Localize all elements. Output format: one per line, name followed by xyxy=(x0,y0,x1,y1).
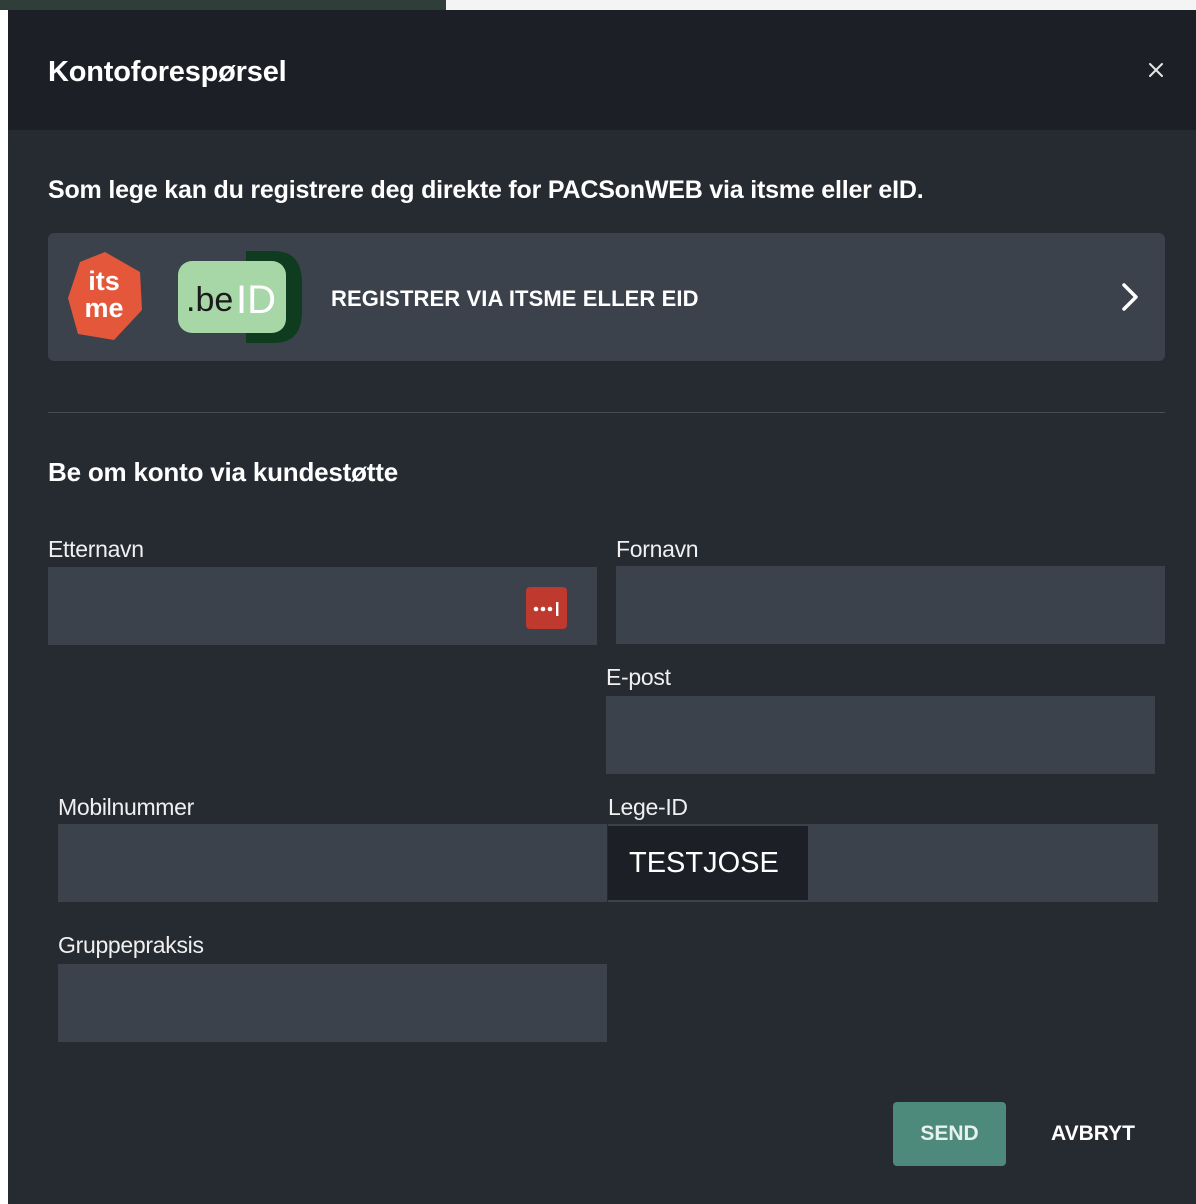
itsme-logo-icon: its me xyxy=(68,252,142,340)
itsme-logo-text-top: its xyxy=(88,266,120,296)
beid-logo-suffix: ID xyxy=(236,278,276,322)
fornavn-label: Fornavn xyxy=(616,536,699,562)
section-divider xyxy=(48,412,1165,413)
close-icon xyxy=(1149,63,1163,77)
background-page-element xyxy=(0,0,446,10)
background-page-strip xyxy=(0,0,1196,10)
mobilnummer-label: Mobilnummer xyxy=(58,794,195,820)
close-button[interactable] xyxy=(1142,56,1170,84)
cancel-button[interactable]: AVBRYT xyxy=(1028,1102,1158,1166)
password-manager-icon[interactable] xyxy=(526,587,567,629)
gruppepraksis-label: Gruppepraksis xyxy=(58,932,204,958)
epost-label: E-post xyxy=(606,664,671,690)
etternavn-input[interactable] xyxy=(48,567,597,645)
epost-input[interactable] xyxy=(606,696,1155,774)
send-button[interactable]: SEND xyxy=(893,1102,1006,1166)
gruppepraksis-input[interactable] xyxy=(58,964,607,1042)
beid-logo-prefix: .be xyxy=(186,281,233,319)
support-section-heading: Be om konto via kundestøtte xyxy=(48,457,398,487)
lege-id-label: Lege-ID xyxy=(608,794,688,820)
itsme-logo-text-bottom: me xyxy=(84,293,123,323)
lege-id-value[interactable]: TESTJOSE xyxy=(608,826,808,900)
fornavn-input[interactable] xyxy=(616,566,1165,644)
etternavn-label: Etternavn xyxy=(48,536,144,562)
dialog-header: Kontoforespørsel xyxy=(8,10,1196,130)
register-label: REGISTRER VIA ITSME ELLER EID xyxy=(331,286,699,311)
dialog-title: Kontoforespørsel xyxy=(48,56,287,88)
intro-text: Som lege kan du registrere deg direkte f… xyxy=(48,176,924,204)
password-dots-icon xyxy=(533,602,559,616)
beid-logo-icon: .be ID xyxy=(178,251,302,343)
register-itsme-eid-button[interactable]: its me .be ID REGISTRER VIA ITSME ELLER … xyxy=(48,233,1165,361)
mobilnummer-input[interactable] xyxy=(58,824,607,902)
account-request-dialog: Kontoforespørsel Som lege kan du registr… xyxy=(8,10,1196,1204)
chevron-right-icon xyxy=(1122,283,1138,311)
